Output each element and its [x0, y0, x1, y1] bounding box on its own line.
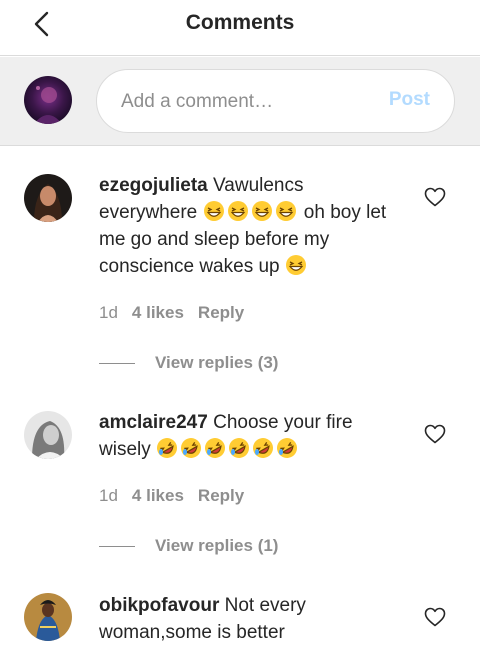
- comment-meta: 1d 4 likes Reply: [99, 303, 244, 323]
- rolling-on-floor-laughing-face-icon: [157, 438, 178, 458]
- like-count: 4 likes: [131, 303, 184, 322]
- reply-button[interactable]: Reply: [198, 303, 244, 322]
- view-replies-row: View replies (3): [99, 353, 278, 373]
- heart-icon[interactable]: [424, 187, 446, 207]
- comment-input[interactable]: [121, 88, 371, 116]
- emoji-group: [156, 438, 300, 460]
- comment-composer: Post: [0, 57, 480, 146]
- comment-input-pill: Post: [96, 69, 455, 133]
- page-title: Comments: [185, 11, 295, 34]
- emoji-group: [203, 201, 299, 223]
- rolling-on-floor-laughing-face-icon: [277, 438, 298, 458]
- grinning-squinting-face-icon: [203, 201, 224, 221]
- current-user-avatar: [24, 76, 72, 124]
- grinning-squinting-face-icon: [251, 201, 272, 221]
- view-replies-row: View replies (1): [99, 536, 278, 556]
- divider-line: [99, 546, 135, 548]
- divider-line: [99, 363, 135, 365]
- grinning-squinting-face-icon: [227, 201, 248, 221]
- heart-icon[interactable]: [424, 607, 446, 627]
- reply-button[interactable]: Reply: [198, 486, 244, 505]
- avatar[interactable]: [24, 411, 72, 459]
- like-count: 4 likes: [131, 486, 184, 505]
- comment-text: obikpofavour Not every woman,some is bet…: [99, 592, 399, 646]
- comment-username[interactable]: ezegojulieta: [99, 175, 208, 196]
- rolling-on-floor-laughing-face-icon: [229, 438, 250, 458]
- comment-text: ezegojulieta Vawulencs everywhere oh boy…: [99, 172, 399, 280]
- post-button[interactable]: Post: [389, 89, 430, 111]
- grinning-squinting-face-icon: [275, 201, 296, 221]
- comment-username[interactable]: amclaire247: [99, 412, 208, 433]
- comment-age: 1d: [99, 486, 118, 505]
- comment-text: amclaire247 Choose your fire wisely: [99, 409, 399, 463]
- view-replies-button[interactable]: View replies (1): [155, 536, 278, 555]
- comment-username[interactable]: obikpofavour: [99, 595, 219, 616]
- avatar[interactable]: [24, 174, 72, 222]
- heart-icon[interactable]: [424, 424, 446, 444]
- rolling-on-floor-laughing-face-icon: [253, 438, 274, 458]
- view-replies-button[interactable]: View replies (3): [155, 353, 278, 372]
- comment-meta: 1d 4 likes Reply: [99, 486, 244, 506]
- grinning-squinting-face-icon: [285, 255, 306, 275]
- rolling-on-floor-laughing-face-icon: [205, 438, 226, 458]
- avatar[interactable]: [24, 593, 72, 641]
- comment-age: 1d: [99, 303, 118, 322]
- header-bar: Comments: [0, 0, 480, 56]
- rolling-on-floor-laughing-face-icon: [181, 438, 202, 458]
